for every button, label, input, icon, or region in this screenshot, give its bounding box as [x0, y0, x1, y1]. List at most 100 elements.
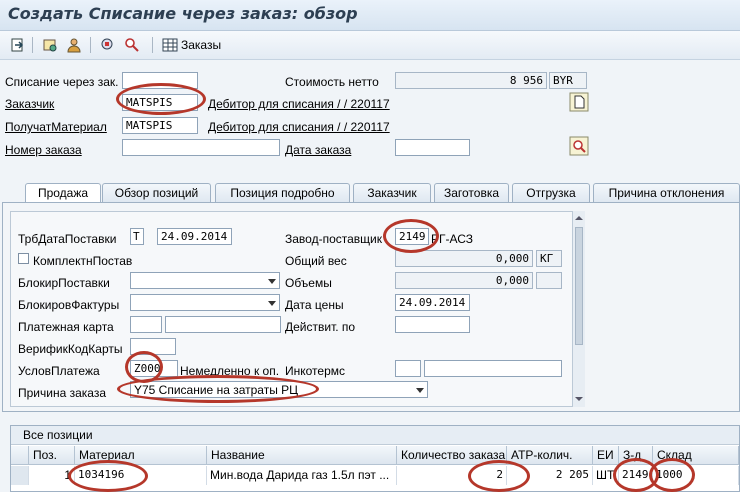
- items-table-title-bar: Все позиции: [11, 426, 739, 445]
- title-bar: Создать Списание через заказ: обзор: [0, 0, 740, 31]
- customer-field[interactable]: MATSPIS: [122, 94, 198, 111]
- complete-delivery-checkbox[interactable]: [18, 253, 29, 264]
- customer-label[interactable]: Заказчик: [5, 97, 54, 111]
- req-delivery-date-field[interactable]: 24.09.2014: [157, 228, 232, 245]
- tab-item-detail[interactable]: Позиция подробно: [215, 183, 350, 202]
- volume-field: 0,000: [395, 272, 533, 289]
- column-header[interactable]: ЕИ: [593, 446, 619, 465]
- toolbar-separator: [90, 37, 91, 53]
- incoterms-place-field[interactable]: [424, 360, 562, 377]
- payment-terms-field[interactable]: Z000: [130, 360, 178, 377]
- scroll-down-icon[interactable]: [575, 395, 583, 403]
- application-toolbar: Заказы: [0, 31, 740, 60]
- column-header[interactable]: АТР-колич.: [507, 446, 593, 465]
- net-value-field: 8 956: [395, 72, 547, 89]
- table-cell-storage-location[interactable]: 1000: [653, 466, 739, 485]
- po-date-field[interactable]: [395, 139, 470, 156]
- display-document-icon[interactable]: [10, 37, 26, 53]
- req-delivery-type-field[interactable]: T: [130, 228, 144, 245]
- column-header[interactable]: Склад: [653, 446, 739, 465]
- tab-shipping[interactable]: Отгрузка: [512, 183, 590, 202]
- recipient-description-link[interactable]: Дебитор для списания / / 220117: [208, 120, 390, 134]
- customer-description-link[interactable]: Дебитор для списания / / 220117: [208, 97, 390, 111]
- pricing-date-field[interactable]: 24.09.2014: [395, 294, 470, 311]
- window-title: Создать Списание через заказ: обзор: [8, 4, 358, 23]
- partner-icon[interactable]: [66, 37, 82, 53]
- payment-card-type-field[interactable]: [130, 316, 162, 333]
- column-header[interactable]: З-д: [619, 446, 653, 465]
- pricing-date-label: Дата цены: [285, 298, 344, 312]
- table-cell-name[interactable]: Мин.вода Дарида газ 1.5л пэт ...: [207, 466, 397, 485]
- billing-block-select[interactable]: [130, 294, 280, 311]
- orders-table-icon[interactable]: [162, 37, 178, 53]
- column-header[interactable]: Количество заказа: [397, 446, 507, 465]
- toolbar-separator: [152, 37, 153, 53]
- total-weight-label: Общий вес: [285, 254, 347, 268]
- plant-field[interactable]: 2149: [395, 228, 429, 245]
- table-cell-uom[interactable]: ШТ: [593, 466, 619, 485]
- tab-customer[interactable]: Заказчик: [353, 183, 431, 202]
- total-weight-field: 0,000: [395, 250, 533, 267]
- req-delivery-label: ТрбДатаПоставки: [18, 232, 117, 246]
- new-document-icon[interactable]: [569, 92, 589, 112]
- chevron-down-icon[interactable]: [267, 276, 277, 286]
- complete-delivery-label: КомплектнПостав: [33, 254, 133, 268]
- net-value-label: Стоимость нетто: [285, 75, 379, 89]
- search-document-icon[interactable]: [569, 136, 589, 156]
- toolbar-separator: [32, 37, 33, 53]
- valid-to-label: Действит. по: [285, 320, 356, 334]
- scroll-up-icon[interactable]: [575, 214, 583, 222]
- volume-label: Объемы: [285, 276, 332, 290]
- incoterms-label: Инкотермс: [285, 364, 346, 378]
- row-selector-header[interactable]: [11, 446, 29, 465]
- delivery-block-label: БлокирПоставки: [18, 276, 110, 290]
- weight-unit-field: КГ: [536, 250, 562, 267]
- payment-terms-label: УсловПлатежа: [18, 364, 100, 378]
- card-verification-label: ВерификКодКарты: [18, 342, 123, 356]
- tab-reason-rejection[interactable]: Причина отклонения: [593, 183, 740, 202]
- items-table: Все позиции Поз. Материал Название Колич…: [10, 425, 740, 492]
- sales-doc-field[interactable]: [122, 72, 198, 89]
- pricing-icon[interactable]: [124, 37, 140, 53]
- card-verification-field[interactable]: [130, 338, 176, 355]
- valid-to-field[interactable]: [395, 316, 470, 333]
- vertical-scrollbar[interactable]: [572, 211, 585, 407]
- order-reason-label: Причина заказа: [18, 386, 106, 400]
- volume-unit-field: [536, 272, 562, 289]
- table-cell-position[interactable]: 1: [29, 466, 75, 485]
- table-cell-quantity[interactable]: 2: [397, 466, 507, 485]
- payment-terms-description: Немедленно к оп...: [180, 364, 280, 378]
- tab-sales[interactable]: Продажа: [25, 183, 101, 202]
- header-details-icon[interactable]: [42, 37, 58, 53]
- row-selector[interactable]: [11, 466, 29, 485]
- payment-card-number-field[interactable]: [165, 316, 281, 333]
- orders-button[interactable]: Заказы: [181, 38, 221, 52]
- table-cell-plant[interactable]: 2149: [619, 466, 653, 485]
- column-header[interactable]: Поз.: [29, 446, 75, 465]
- recipient-field[interactable]: MATSPIS: [122, 117, 198, 134]
- items-section-title: Все позиции: [23, 428, 93, 442]
- plant-label: Завод-поставщик: [285, 232, 382, 246]
- sales-doc-label: Списание через зак...: [5, 75, 118, 89]
- scrollbar-thumb[interactable]: [575, 227, 583, 345]
- chevron-down-icon[interactable]: [415, 385, 425, 395]
- column-header[interactable]: Название: [207, 446, 397, 465]
- recipient-label[interactable]: ПолучатМатериал: [5, 120, 107, 134]
- po-date-label[interactable]: Дата заказа: [285, 143, 351, 157]
- po-number-field[interactable]: [122, 139, 280, 156]
- tab-procurement[interactable]: Заготовка: [434, 183, 509, 202]
- order-reason-select[interactable]: Y75 Списание на затраты РЦ: [130, 381, 428, 398]
- chevron-down-icon[interactable]: [267, 298, 277, 308]
- availability-check-icon[interactable]: [100, 37, 116, 53]
- tab-item-overview[interactable]: Обзор позиций: [102, 183, 211, 202]
- plant-description: РГ-АСЗ: [431, 232, 474, 246]
- payment-card-label: Платежная карта: [18, 320, 114, 334]
- table-cell-material[interactable]: 1034196: [75, 466, 207, 485]
- currency-field: BYR: [549, 72, 587, 89]
- po-number-label[interactable]: Номер заказа: [5, 143, 82, 157]
- billing-block-label: БлокировФактуры: [18, 298, 120, 312]
- delivery-block-select[interactable]: [130, 272, 280, 289]
- column-header[interactable]: Материал: [75, 446, 207, 465]
- incoterms-field[interactable]: [395, 360, 421, 377]
- table-cell-atp-quantity: 2 205: [507, 466, 593, 485]
